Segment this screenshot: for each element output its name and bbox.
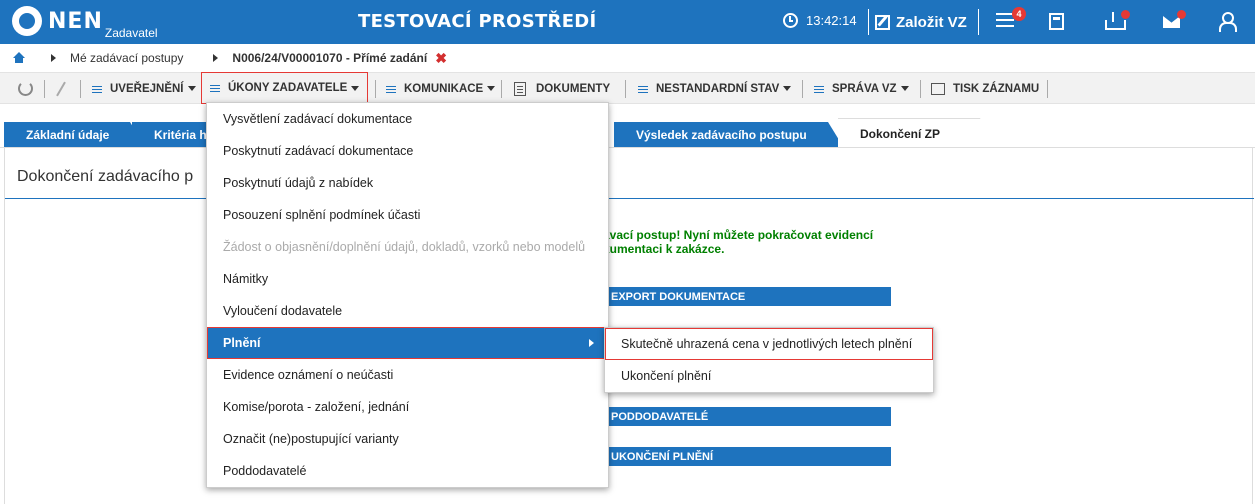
menu-ukony-zadavatele[interactable]: ÚKONY ZADAVATELE: [201, 72, 369, 104]
menu-item[interactable]: Komise/porota - založení, jednání: [207, 391, 608, 423]
ukony-dropdown-menu: Vysvětlení zadávací dokumentace Poskytnu…: [206, 102, 609, 488]
inbox-icon[interactable]: [1105, 12, 1126, 30]
ukonceni-plneni-bar[interactable]: UKONČENÍ PLNĚNÍ: [603, 447, 891, 466]
create-vz-label: Založit VZ: [896, 13, 967, 31]
tab-label: Základní údaje: [26, 128, 110, 142]
menu-komunikace[interactable]: KOMUNIKACE: [386, 73, 496, 104]
logo-icon: [12, 6, 42, 36]
menu-item[interactable]: Námitky: [207, 263, 608, 295]
menu-item[interactable]: Označit (ne)postupující varianty: [207, 423, 608, 455]
menu-uverejneni[interactable]: UVEŘEJNĚNÍ: [92, 73, 196, 104]
menu-uverejneni-label: UVEŘEJNĚNÍ: [110, 82, 184, 95]
notification-badge: 4: [1012, 7, 1026, 21]
menu-item[interactable]: Poskytnutí údajů z nabídek: [207, 167, 608, 199]
inbox-alert-dot: [1121, 10, 1130, 19]
clock-icon: [783, 13, 798, 28]
menu-item[interactable]: Poddodavatelé: [207, 455, 608, 487]
submenu-item-ukonceni-plneni[interactable]: Ukončení plnění: [605, 360, 933, 392]
calculator-icon[interactable]: [1049, 13, 1064, 30]
clock-time: 13:42:14: [806, 13, 857, 28]
home-icon[interactable]: [13, 52, 25, 64]
plneni-submenu: Skutečně uhrazená cena v jednotlivých le…: [604, 327, 934, 393]
list-icon: [386, 84, 398, 94]
pencil-icon[interactable]: [56, 81, 66, 97]
toolbar-divider: [625, 80, 626, 98]
create-vz-button[interactable]: Založit VZ: [868, 9, 967, 35]
toolbar-divider: [44, 80, 45, 98]
chevron-down-icon: [351, 85, 360, 91]
chevron-down-icon: [900, 86, 909, 91]
menu-nestandardni-stav[interactable]: NESTANDARDNÍ STAV: [638, 73, 792, 104]
menu-komunikace-label: KOMUNIKACE: [404, 82, 484, 95]
toolbar-divider: [802, 80, 803, 98]
menu-item[interactable]: Evidence oznámení o neúčasti: [207, 359, 608, 391]
export-dokumentace-bar[interactable]: EXPORT DOKUMENTACE: [603, 287, 891, 306]
tab-dokonceni-zp[interactable]: Dokončení ZP: [838, 118, 996, 148]
menu-item-label: Plnění: [223, 336, 261, 350]
success-message-line: kumentaci k zakázce.: [603, 242, 725, 256]
chevron-right-icon: [51, 54, 56, 62]
edit-icon: [875, 14, 890, 30]
menu-item-disabled: Žádost o objasnění/doplnění údajů, dokla…: [223, 240, 586, 254]
menu-dokumenty-label: DOKUMENTY: [536, 82, 611, 95]
document-icon: [514, 81, 526, 96]
header-divider: [978, 9, 979, 35]
list-icon: [814, 84, 826, 94]
menu-item-plneni[interactable]: Plnění: [207, 327, 608, 359]
list-icon: [638, 84, 650, 94]
section-title: Dokončení zadávacího p: [17, 168, 194, 185]
toolbar-divider: [920, 80, 921, 98]
chevron-down-icon: [487, 86, 496, 91]
tab-label: Kritéria h: [154, 128, 207, 142]
tab-zakladni-udaje[interactable]: Základní údaje: [4, 122, 146, 148]
chevron-right-icon: [589, 339, 594, 347]
menu-item[interactable]: Vysvětlení zadávací dokumentace: [207, 103, 608, 135]
environment-title: TESTOVACÍ PROSTŘEDÍ: [358, 11, 597, 32]
breadcrumb-my-procedures[interactable]: Mé zadávací postupy: [70, 51, 183, 65]
toolbar-divider: [1047, 80, 1048, 98]
menu-item[interactable]: Posouzení splnění podmínek účasti: [207, 199, 608, 231]
breadcrumb: Mé zadávací postupy N006/24/V00001070 - …: [0, 46, 1255, 70]
nen-logo[interactable]: NEN Zadavatel: [12, 6, 158, 40]
breadcrumb-current-procedure: N006/24/V00001070 - Přímé zadání: [232, 51, 428, 65]
section-divider: [5, 198, 1254, 199]
submenu-item-skutecne-uhrazena-cena[interactable]: Skutečně uhrazená cena v jednotlivých le…: [605, 328, 933, 360]
chevron-down-icon: [783, 86, 792, 91]
menu-dokumenty[interactable]: DOKUMENTY: [514, 73, 610, 104]
chevron-right-icon: [213, 54, 219, 62]
menu-tisk-zaznamu[interactable]: TISK ZÁZNAMU: [931, 73, 1039, 104]
logo-text: NEN: [48, 9, 103, 34]
tab-vysledek[interactable]: Výsledek zadávacího postupu: [614, 122, 844, 148]
tab-label: Výsledek zadávacího postupu: [636, 128, 807, 142]
menu-ukony-label: ÚKONY ZADAVATELE: [228, 82, 348, 94]
refresh-icon[interactable]: [18, 81, 33, 96]
menu-nestandardni-label: NESTANDARDNÍ STAV: [656, 82, 780, 95]
success-message: ávací postup! Nyní můžete pokračovat evi…: [603, 228, 873, 256]
user-icon[interactable]: [1219, 12, 1237, 32]
menu-item[interactable]: Poskytnutí zadávací dokumentace: [207, 135, 608, 167]
poddodavatele-bar[interactable]: PODDODAVATELÉ: [603, 407, 891, 426]
mail-alert-dot: [1177, 10, 1186, 19]
print-icon: [931, 82, 945, 95]
list-icon: [210, 83, 222, 93]
menu-tisk-label: TISK ZÁZNAMU: [953, 82, 1040, 95]
success-message-line: ávací postup! Nyní můžete pokračovat evi…: [603, 228, 874, 242]
session-clock: 13:42:14: [783, 13, 857, 28]
chevron-down-icon: [187, 86, 196, 91]
tab-bar: Základní údaje Kritéria h Výsledek zadáv…: [0, 118, 1255, 148]
logo-subtitle: Zadavatel: [104, 26, 158, 40]
menu-sprava-vz[interactable]: SPRÁVA VZ: [814, 73, 909, 104]
toolbar-divider: [375, 80, 376, 98]
content-panel: Dokončení zadávacího p ávací postup! Nyn…: [4, 148, 1254, 504]
action-toolbar: UVEŘEJNĚNÍ ÚKONY ZADAVATELE KOMUNIKACE D…: [0, 72, 1255, 104]
list-icon: [92, 84, 104, 94]
top-header: NEN Zadavatel TESTOVACÍ PROSTŘEDÍ 13:42:…: [0, 0, 1255, 44]
tab-label: Dokončení ZP: [860, 126, 941, 141]
toolbar-divider: [80, 80, 81, 98]
menu-sprava-label: SPRÁVA VZ: [832, 82, 897, 95]
toolbar-divider: [501, 80, 502, 98]
close-icon[interactable]: ✖: [435, 50, 447, 67]
menu-item[interactable]: Vyloučení dodavatele: [207, 295, 608, 327]
